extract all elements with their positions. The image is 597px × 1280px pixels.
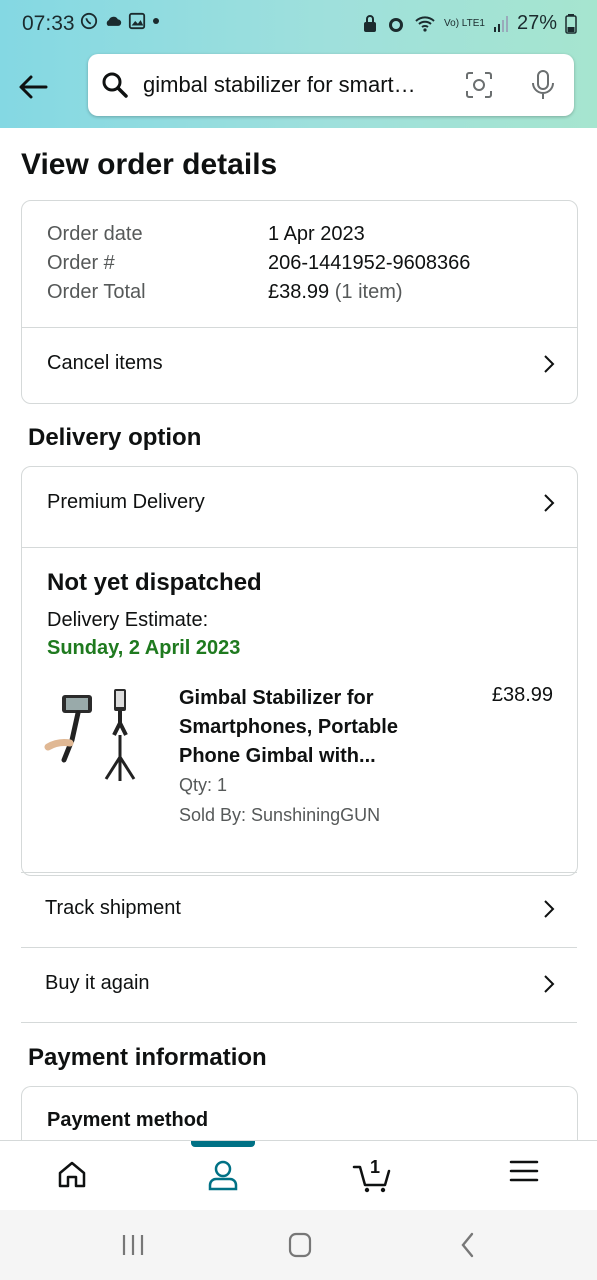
- home-icon: [58, 1161, 86, 1188]
- divider: [22, 547, 577, 548]
- track-shipment-label: Track shipment: [45, 897, 181, 919]
- page-title: View order details: [21, 148, 278, 181]
- payment-method-card[interactable]: Payment method: [21, 1086, 578, 1140]
- wifi-icon: [415, 15, 435, 32]
- account-icon: [208, 1160, 238, 1191]
- lock-icon: [364, 14, 377, 32]
- microphone-icon[interactable]: [530, 69, 556, 101]
- search-icon[interactable]: [101, 71, 129, 99]
- status-bar: 07:33 Vo) LTE1 27%: [0, 0, 597, 50]
- system-nav-bar: [0, 1210, 597, 1280]
- product-price: £38.99: [491, 684, 553, 706]
- buy-it-again-label: Buy it again: [45, 972, 150, 994]
- chevron-right-icon: [544, 494, 555, 512]
- app-header: 07:33 Vo) LTE1 27% gimbal stabilizer for…: [0, 0, 597, 128]
- cart-count-badge: 1: [370, 1157, 381, 1177]
- delivery-estimate-label: Delivery Estimate:: [47, 609, 209, 631]
- chevron-right-icon: [544, 975, 555, 993]
- battery-percent: 27%: [516, 12, 557, 34]
- hamburger-menu-icon: [509, 1160, 539, 1182]
- nav-menu[interactable]: [464, 1141, 584, 1211]
- product-title[interactable]: Gimbal Stabilizer for Smartphones, Porta…: [179, 684, 429, 771]
- order-total-label: Order Total: [47, 281, 146, 303]
- product-seller: Sold By: SunshiningGUN: [179, 805, 381, 825]
- chevron-right-icon: [544, 900, 555, 918]
- order-details-content[interactable]: View order details Order date 1 Apr 2023…: [0, 128, 597, 1140]
- network-label: Vo) LTE1: [444, 17, 485, 29]
- order-total-items: (1 item): [334, 281, 403, 303]
- order-date-label: Order date: [47, 223, 143, 245]
- order-total-amount: £38.99: [268, 281, 330, 303]
- payment-section-title: Payment information: [28, 1044, 267, 1071]
- search-bar[interactable]: gimbal stabilizer for smart…: [88, 54, 574, 116]
- nav-account[interactable]: [163, 1141, 283, 1211]
- nav-home[interactable]: [12, 1141, 132, 1211]
- image-icon: [128, 12, 146, 30]
- product-image[interactable]: [44, 685, 154, 785]
- premium-delivery-row[interactable]: Premium Delivery: [22, 467, 577, 541]
- search-input[interactable]: gimbal stabilizer for smart…: [143, 72, 443, 98]
- order-summary-card: Order date 1 Apr 2023 Order # 206-144195…: [21, 200, 578, 404]
- order-date-value: 1 Apr 2023: [268, 223, 365, 245]
- buy-it-again-row[interactable]: Buy it again: [21, 947, 577, 1023]
- cancel-items-label: Cancel items: [47, 352, 163, 374]
- order-number-label: Order #: [47, 252, 115, 274]
- signal-icon: [493, 15, 508, 32]
- camera-scan-icon[interactable]: [464, 70, 494, 100]
- payment-method-label: Payment method: [47, 1109, 209, 1131]
- status-time: 07:33: [22, 12, 75, 35]
- home-button-icon[interactable]: [280, 1228, 320, 1262]
- delivery-estimate-date: Sunday, 2 April 2023: [47, 637, 241, 659]
- nav-cart[interactable]: 1: [312, 1141, 432, 1211]
- back-arrow-icon[interactable]: [16, 70, 50, 104]
- order-total-value: £38.99 (1 item): [268, 281, 403, 304]
- cancel-items-row[interactable]: Cancel items: [22, 328, 577, 402]
- delivery-card: Premium Delivery Not yet dispatched Deli…: [21, 466, 578, 876]
- order-number-value: 206-1441952-9608366: [268, 252, 471, 274]
- battery-icon: [565, 13, 577, 34]
- recent-apps-icon[interactable]: [113, 1228, 153, 1262]
- chevron-right-icon: [544, 355, 555, 373]
- whatsapp-icon: [80, 12, 98, 30]
- delivery-section-title: Delivery option: [28, 424, 202, 451]
- product-qty: Qty: 1: [179, 775, 228, 795]
- cloud-icon: [106, 16, 122, 26]
- alarm-icon: [389, 17, 404, 32]
- shipment-status: Not yet dispatched: [47, 569, 262, 596]
- system-back-icon[interactable]: [448, 1228, 488, 1262]
- dot-icon: [153, 18, 159, 24]
- delivery-option-label: Premium Delivery: [47, 491, 205, 513]
- bottom-nav: 1: [0, 1140, 597, 1211]
- track-shipment-row[interactable]: Track shipment: [21, 872, 577, 947]
